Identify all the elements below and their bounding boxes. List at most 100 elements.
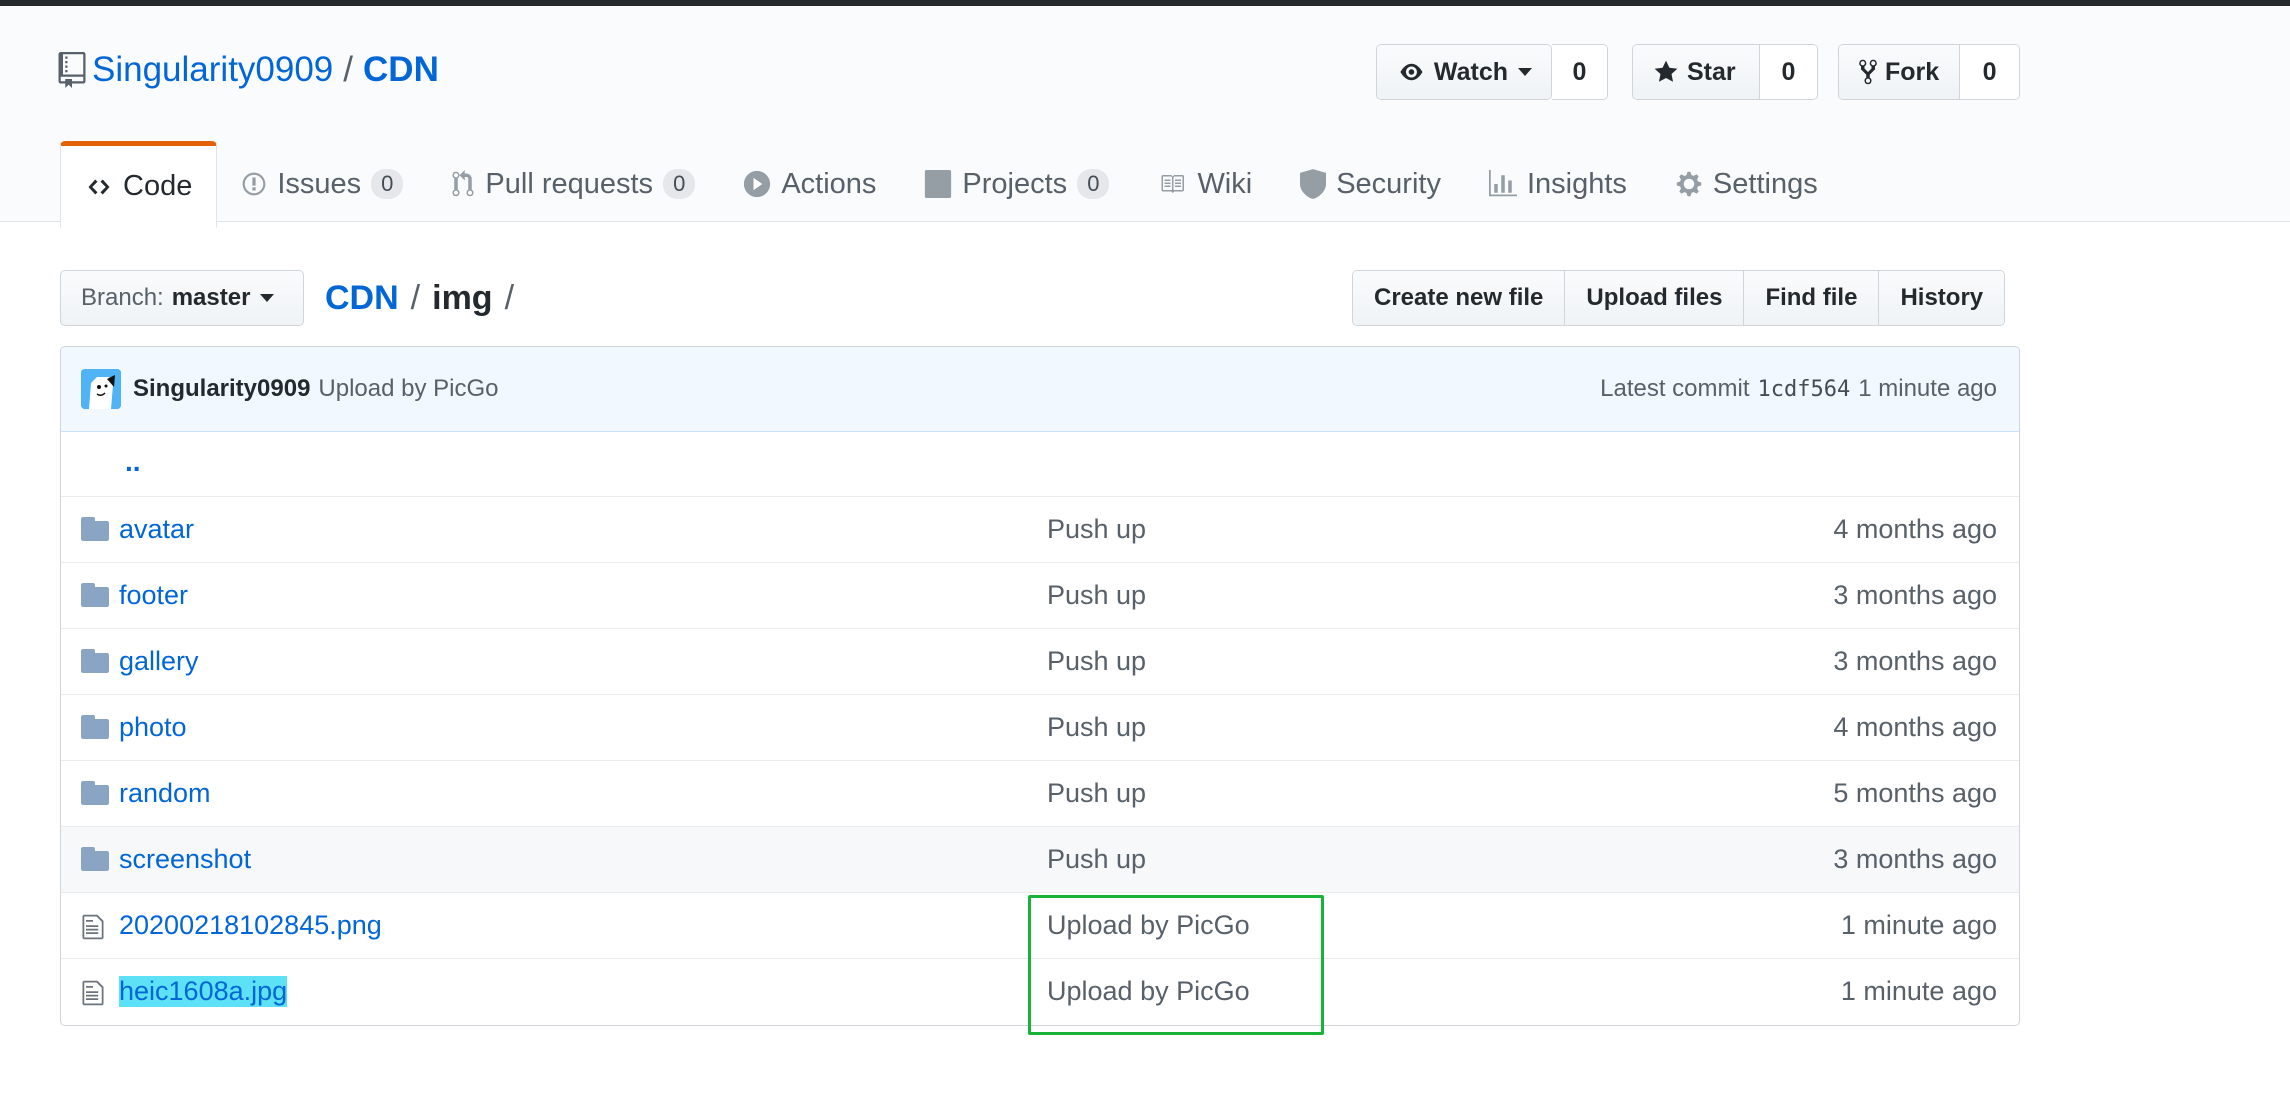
project-icon [925,170,952,198]
gear-icon [1676,171,1702,197]
branch-prefix: Branch: [81,284,164,311]
breadcrumb-root-link[interactable]: CDN [325,279,399,318]
file-name-link[interactable]: avatar [119,514,194,545]
star-button[interactable]: Star [1633,45,1760,99]
file-commit-message[interactable]: Push up [1047,646,1146,677]
file-age: 1 minute ago [1840,910,1997,940]
file-name-link[interactable]: footer [119,580,188,611]
file-age: 5 months ago [1833,778,1997,808]
repo-title: Singularity0909 / CDN [58,44,439,96]
title-separator: / [343,50,354,89]
file-name-link[interactable]: heic1608a.jpg [119,976,288,1007]
repo-name-link[interactable]: CDN [363,50,439,90]
tab-projects[interactable]: Projects 0 [900,141,1133,227]
latest-commit-info: Latest commit 1cdf564 1 minute ago [1600,375,1997,403]
file-age: 4 months ago [1833,712,1997,742]
eye-icon [1400,63,1423,81]
upload-files-button[interactable]: Upload files [1565,271,1745,325]
fork-button[interactable]: Fork [1839,45,1961,99]
file-name-link[interactable]: 20200218102845.png [119,910,382,941]
file-age: 3 months ago [1833,580,1997,610]
tab-label: Projects [962,167,1068,200]
file-commit-message[interactable]: Push up [1047,712,1146,743]
tab-issues[interactable]: Issues 0 [217,141,427,227]
watch-button[interactable]: Watch [1377,45,1551,99]
tab-insights[interactable]: Insights [1465,141,1651,227]
file-name-link[interactable]: photo [119,712,187,743]
book-icon [1161,175,1185,193]
fork-icon [1859,59,1877,85]
pull-requests-counter: 0 [663,169,696,199]
file-row: random Push up 5 months ago [61,760,2019,826]
shield-icon [1300,169,1327,199]
pull-request-icon [452,170,474,197]
repo-icon [58,52,86,88]
chevron-down-icon [1518,68,1532,76]
projects-counter: 0 [1077,169,1110,199]
folder-icon [81,781,109,805]
file-commit-message[interactable]: Push up [1047,580,1146,611]
file-row: photo Push up 4 months ago [61,694,2019,760]
folder-icon [81,517,109,541]
watch-label: Watch [1433,57,1508,86]
watch-group: Watch [1376,44,1552,100]
file-commit-message[interactable]: Push up [1047,778,1146,809]
watch-count-box: 0 [1552,44,1608,100]
file-commit-message[interactable]: Push up [1047,844,1146,875]
file-row: footer Push up 3 months ago [61,562,2019,628]
file-name-link[interactable]: gallery [119,646,199,677]
issues-counter: 0 [371,169,404,199]
folder-icon [81,847,109,871]
avatar[interactable] [81,369,121,409]
commit-author-link[interactable]: Singularity0909 [133,375,310,403]
issue-icon [242,172,266,196]
breadcrumb-separator: / [410,278,421,317]
folder-icon [81,583,109,607]
repo-owner-link[interactable]: Singularity0909 [92,50,333,90]
chevron-down-icon [260,294,275,302]
file-age: 3 months ago [1833,844,1997,874]
tab-label: Pull requests [485,167,654,200]
tab-security[interactable]: Security [1276,141,1465,227]
fork-label: Fork [1885,57,1940,86]
parent-directory-link[interactable]: .. [125,446,141,478]
parent-directory-row: .. [61,432,2019,496]
fork-count[interactable]: 0 [1960,45,2019,99]
highlight-annotation-box [1028,895,1324,1035]
file-row: gallery Push up 3 months ago [61,628,2019,694]
folder-icon [81,649,109,673]
commit-sha-link[interactable]: 1cdf564 [1758,377,1851,402]
star-icon [1654,60,1678,82]
tab-pull-requests[interactable]: Pull requests 0 [427,141,719,227]
fork-group: Fork 0 [1838,44,2020,100]
tab-label: Settings [1712,167,1818,200]
file-name-link[interactable]: random [119,778,211,809]
star-count[interactable]: 0 [1759,45,1817,99]
branch-select-button[interactable]: Branch: master [60,270,304,326]
file-name-link[interactable]: screenshot [119,844,251,875]
create-new-file-button[interactable]: Create new file [1353,271,1566,325]
repo-nav-tabs: Code Issues 0 Pull requests 0 Actions Pr… [60,141,1842,228]
history-button[interactable]: History [1879,271,2005,325]
file-row: screenshot Push up 3 months ago [61,826,2019,892]
watch-count[interactable]: 0 [1552,45,1607,99]
commit-message-link[interactable]: Upload by PicGo [318,375,498,403]
latest-commit-label: Latest commit [1600,375,1750,402]
branch-name: master [171,284,251,311]
file-age: 4 months ago [1833,514,1997,544]
tab-code[interactable]: Code [60,141,218,228]
latest-commit-bar: Singularity0909 Upload by PicGo Latest c… [61,347,2019,432]
star-group: Star 0 [1632,44,1818,100]
tab-wiki[interactable]: Wiki [1133,141,1276,227]
find-file-button[interactable]: Find file [1744,271,1880,325]
file-actions-group: Create new file Upload files Find file H… [1352,270,2006,326]
tab-label: Security [1336,167,1441,200]
commit-age: 1 minute ago [1858,375,1997,402]
star-label: Star [1687,57,1736,86]
folder-icon [81,715,109,739]
tab-actions[interactable]: Actions [719,141,900,227]
tab-settings[interactable]: Settings [1651,141,1842,227]
file-commit-message[interactable]: Push up [1047,514,1146,545]
tab-label: Wiki [1197,167,1253,200]
breadcrumb: CDN / img / [325,270,526,326]
